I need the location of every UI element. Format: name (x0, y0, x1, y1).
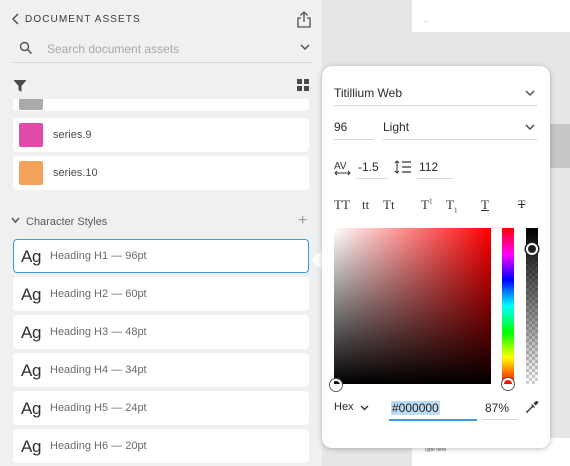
panel-header: DOCUMENT ASSETS (0, 0, 322, 40)
document-assets-panel: DOCUMENT ASSETS series.9 series.10 (0, 0, 322, 466)
character-style-item[interactable]: Ag Heading H2 — 60pt (13, 277, 309, 311)
style-label: Heading H4 — 34pt (50, 364, 147, 376)
input-underline (356, 178, 388, 179)
font-weight-select[interactable]: Light (383, 117, 537, 140)
superscript-mark: 1 (428, 197, 433, 206)
grid-view-icon[interactable] (297, 79, 309, 91)
lowercase-toggle[interactable]: tt (362, 197, 369, 213)
color-swatch-item[interactable]: series.9 (13, 118, 309, 152)
chevron-down-icon (525, 90, 535, 97)
title-case-toggle[interactable]: Tt (383, 197, 395, 213)
subscript-letter: T (446, 197, 454, 212)
line-spacing-value[interactable]: 112 (419, 160, 438, 174)
all-caps-toggle[interactable]: TT (334, 197, 350, 213)
search-input[interactable] (47, 39, 277, 59)
style-label: Heading H5 — 24pt (50, 402, 147, 414)
style-preview-glyph: Ag (21, 323, 42, 342)
color-picker-handle[interactable] (330, 379, 342, 391)
color-swatch-item[interactable]: series.10 (13, 156, 309, 190)
style-label: Heading H3 — 48pt (50, 326, 147, 338)
hex-value: #000000 (391, 401, 440, 415)
share-icon[interactable] (294, 10, 314, 30)
character-styles-section-header[interactable]: Character Styles + (11, 213, 311, 231)
opacity-value: 87% (485, 401, 510, 415)
hue-slider-handle[interactable] (502, 378, 514, 390)
superscript-toggle[interactable]: T1 (421, 197, 432, 213)
font-size-input[interactable]: 96 (334, 117, 374, 140)
svg-text:AV: AV (334, 161, 347, 172)
chevron-down-icon[interactable] (11, 217, 20, 224)
chevron-down-icon (525, 124, 535, 131)
subscript-toggle[interactable]: T1 (446, 197, 457, 215)
character-style-item[interactable]: Ag Heading H6 — 20pt (13, 429, 309, 463)
style-label: Heading H1 — 96pt (50, 250, 147, 262)
font-size-value: 96 (334, 120, 348, 134)
artboard[interactable]: — (412, 0, 570, 32)
character-style-item[interactable]: Ag Heading H3 — 48pt (13, 315, 309, 349)
opacity-slider-handle[interactable] (526, 243, 538, 255)
style-preview-glyph: Ag (21, 361, 42, 380)
color-swatch (19, 99, 43, 110)
chevron-down-icon[interactable] (300, 44, 310, 51)
opacity-input[interactable]: 87% (482, 397, 518, 420)
popover-arrow (311, 250, 322, 270)
hue-slider[interactable] (502, 228, 514, 384)
character-spacing-icon: AV (334, 161, 351, 176)
color-swatch-item[interactable] (13, 99, 309, 111)
subscript-mark: 1 (453, 206, 458, 215)
hex-input[interactable]: #000000 (389, 397, 477, 421)
section-title: Character Styles (26, 216, 108, 228)
character-spacing-value[interactable]: -1.5 (358, 160, 379, 174)
search-icon (19, 41, 33, 55)
color-mode-select[interactable]: Hex (334, 401, 369, 413)
character-style-item[interactable]: Ag Heading H1 — 96pt (13, 239, 309, 273)
color-swatch-label: series.10 (53, 167, 98, 179)
color-swatch (19, 161, 43, 185)
color-mode-value: Hex (334, 401, 354, 413)
eyedropper-icon[interactable] (525, 400, 539, 414)
style-preview-glyph: Ag (21, 285, 42, 304)
strikethrough-toggle[interactable]: T (518, 197, 525, 212)
style-label: Heading H6 — 20pt (50, 440, 147, 452)
font-family-value: Titillium Web (334, 86, 403, 100)
chevron-left-icon[interactable] (9, 11, 23, 27)
saturation-value-field[interactable] (334, 228, 491, 384)
superscript-letter: T (421, 197, 429, 212)
font-family-select[interactable]: Titillium Web (334, 83, 537, 106)
character-style-popover: Titillium Web 96 Light AV -1.5 112 TT tt… (322, 66, 550, 448)
color-swatch (19, 123, 43, 147)
input-underline (417, 178, 453, 179)
filter-icon[interactable] (13, 79, 27, 93)
color-swatch-label: series.9 (53, 129, 92, 141)
plus-icon[interactable]: + (298, 213, 307, 229)
panel-title: DOCUMENT ASSETS (25, 14, 141, 25)
font-weight-value: Light (383, 120, 410, 134)
character-style-item[interactable]: Ag Heading H5 — 24pt (13, 391, 309, 425)
search-bar (13, 36, 313, 63)
style-preview-glyph: Ag (21, 437, 42, 456)
style-preview-glyph: Ag (21, 247, 42, 266)
line-spacing-icon (394, 160, 411, 174)
artboard-text: — (424, 18, 428, 23)
chevron-down-icon (360, 405, 369, 411)
style-label: Heading H2 — 60pt (50, 288, 147, 300)
style-preview-glyph: Ag (21, 399, 42, 418)
character-style-item[interactable]: Ag Heading H4 — 34pt (13, 353, 309, 387)
underline-toggle[interactable]: T (481, 197, 489, 213)
